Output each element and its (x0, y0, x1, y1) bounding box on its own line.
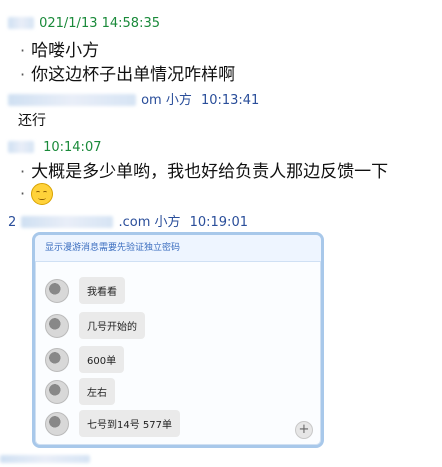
message-bubble: 几号开始的 (79, 312, 145, 339)
message-header-2: om 小方 10:13:41 (8, 89, 259, 108)
message-header-1: 021/1/13 14:58:35 (8, 12, 160, 31)
message-line: · 你这边杯子出单情况咋样啊 (20, 65, 236, 85)
message-header-4: 2 .com 小方 10:19:01 (8, 211, 248, 230)
message-timestamp: 021/1/13 14:58:35 (39, 16, 160, 31)
message-header-cutoff (0, 448, 100, 463)
message-bubble: 我看看 (79, 277, 125, 304)
sender-name: om 小方 (141, 93, 192, 108)
embedded-message: 七号到14号 577单 (45, 410, 180, 437)
sender-prefix: 2 (8, 215, 17, 230)
embedded-message: 我看看 (45, 277, 125, 304)
avatar (45, 379, 69, 404)
zoom-icon[interactable]: + (295, 421, 313, 439)
roaming-notice: 显示漫游消息需要先验证独立密码 (35, 235, 321, 262)
embedded-message: 600单 (45, 346, 125, 373)
redacted-sender (8, 140, 34, 153)
embedded-screenshot[interactable]: 显示漫游消息需要先验证独立密码 我看看 几号开始的 600单 左右 七号到14号… (32, 232, 324, 448)
message-bubble: 七号到14号 577单 (79, 410, 180, 437)
avatar (45, 313, 69, 338)
message-header-3: 10:14:07 (8, 136, 101, 155)
avatar (45, 411, 69, 436)
message-line: · 大概是多少单哟，我也好给负责人那边反馈一下 (20, 162, 389, 182)
redacted-sender (8, 93, 136, 106)
avatar (45, 278, 69, 303)
embedded-message: 左右 (45, 378, 115, 405)
emoji-line: · (20, 183, 54, 205)
message-time: 10:13:41 (200, 93, 260, 108)
avatar (45, 347, 69, 372)
message-time: 10:14:07 (43, 140, 102, 155)
redacted-sender (8, 16, 34, 29)
embedded-message: 几号开始的 (45, 312, 145, 339)
smile-emoji-icon (31, 183, 54, 205)
message-line: 还行 (18, 113, 46, 129)
message-time: 10:19:01 (189, 215, 248, 230)
message-bubble: 600单 (79, 346, 125, 373)
redacted-sender (21, 215, 114, 228)
message-line: · 哈喽小方 (20, 41, 100, 61)
message-bubble: 左右 (79, 378, 115, 405)
sender-name: .com 小方 (118, 215, 181, 230)
